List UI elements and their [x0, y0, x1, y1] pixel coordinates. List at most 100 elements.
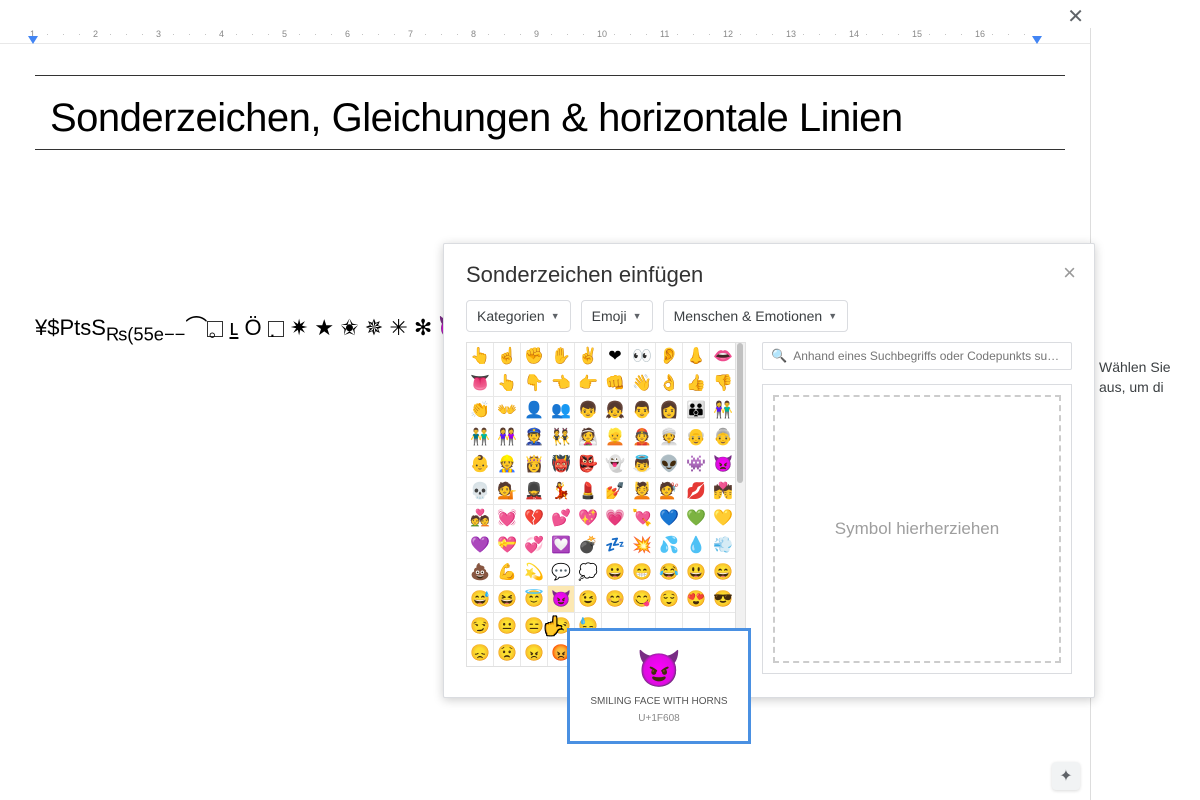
character-cell[interactable]: 😈 — [548, 586, 574, 612]
character-cell[interactable]: ✊ — [521, 343, 547, 369]
character-cell[interactable]: 💖 — [575, 505, 601, 531]
character-cell[interactable]: 💝 — [494, 532, 520, 558]
character-cell[interactable]: 👋 — [629, 370, 655, 396]
character-cell[interactable]: 😑 — [521, 613, 547, 639]
character-cell[interactable]: ☝ — [494, 343, 520, 369]
character-cell[interactable]: 💬 — [548, 559, 574, 585]
character-cell[interactable]: 💟 — [548, 532, 574, 558]
character-cell[interactable]: 😏 — [467, 613, 493, 639]
search-field[interactable] — [793, 349, 1063, 363]
character-cell[interactable]: 👲 — [629, 424, 655, 450]
character-cell[interactable]: 😆 — [494, 586, 520, 612]
character-cell[interactable]: 😟 — [494, 640, 520, 666]
character-cell[interactable]: 😄 — [710, 559, 736, 585]
character-cell[interactable]: 👥 — [548, 397, 574, 423]
document-title[interactable]: Sonderzeichen, Gleichungen & horizontale… — [50, 96, 1065, 141]
character-cell[interactable]: 👻 — [602, 451, 628, 477]
character-cell[interactable]: 👤 — [521, 397, 547, 423]
character-cell[interactable]: ✋ — [548, 343, 574, 369]
character-cell[interactable]: 😂 — [656, 559, 682, 585]
character-cell[interactable]: 👼 — [629, 451, 655, 477]
character-cell[interactable]: 👆 — [467, 343, 493, 369]
categories-dropdown[interactable]: Kategorien▼ — [466, 300, 571, 332]
character-cell[interactable]: 💀 — [467, 478, 493, 504]
ruler-indent-left-icon[interactable] — [28, 36, 38, 44]
character-cell[interactable]: 👪 — [683, 397, 709, 423]
character-cell[interactable]: 💘 — [629, 505, 655, 531]
character-cell[interactable]: 😍 — [683, 586, 709, 612]
character-cell[interactable]: 👽 — [656, 451, 682, 477]
character-cell[interactable]: 😌 — [656, 586, 682, 612]
character-cell[interactable]: 💏 — [710, 478, 736, 504]
character-cell[interactable]: ❤ — [602, 343, 628, 369]
character-cell[interactable]: 👈 — [548, 370, 574, 396]
character-cell[interactable]: 😁 — [629, 559, 655, 585]
character-cell[interactable]: 👳 — [656, 424, 682, 450]
character-cell[interactable]: 😊 — [602, 586, 628, 612]
character-cell[interactable]: 💨 — [710, 532, 736, 558]
character-cell[interactable]: 👷 — [494, 451, 520, 477]
character-cell[interactable]: 💑 — [467, 505, 493, 531]
explore-button[interactable]: ✦ — [1052, 762, 1080, 790]
character-cell[interactable]: 👴 — [683, 424, 709, 450]
character-cell[interactable]: 👏 — [467, 397, 493, 423]
character-cell[interactable]: 💤 — [602, 532, 628, 558]
character-cell[interactable]: 👉 — [575, 370, 601, 396]
character-cell[interactable]: 💇 — [656, 478, 682, 504]
character-cell[interactable]: 💦 — [656, 532, 682, 558]
character-cell[interactable]: 😋 — [629, 586, 655, 612]
character-cell[interactable]: 👮 — [521, 424, 547, 450]
character-cell[interactable]: 💜 — [467, 532, 493, 558]
character-cell[interactable]: 😐 — [494, 613, 520, 639]
character-cell[interactable]: 💞 — [521, 532, 547, 558]
panel-close-icon[interactable]: ✕ — [1067, 4, 1084, 29]
character-cell[interactable]: 👊 — [602, 370, 628, 396]
character-cell[interactable]: 💔 — [521, 505, 547, 531]
character-cell[interactable]: 😇 — [521, 586, 547, 612]
character-cell[interactable]: 👌 — [656, 370, 682, 396]
character-cell[interactable]: 👦 — [575, 397, 601, 423]
character-cell[interactable]: ✌ — [575, 343, 601, 369]
character-cell[interactable]: 👰 — [575, 424, 601, 450]
draw-symbol-area[interactable]: Symbol hierherziehen — [762, 384, 1072, 674]
character-cell[interactable]: 💂 — [521, 478, 547, 504]
character-cell[interactable]: 👇 — [521, 370, 547, 396]
character-cell[interactable]: 💚 — [683, 505, 709, 531]
character-cell[interactable]: 👩 — [656, 397, 682, 423]
character-cell[interactable]: 💓 — [494, 505, 520, 531]
character-cell[interactable]: 👸 — [521, 451, 547, 477]
grid-scrollbar[interactable] — [736, 342, 746, 667]
character-cell[interactable]: 💃 — [548, 478, 574, 504]
character-cell[interactable]: 😞 — [467, 640, 493, 666]
character-cell[interactable]: 😠 — [521, 640, 547, 666]
character-cell[interactable]: 👨 — [629, 397, 655, 423]
character-cell[interactable]: 👅 — [467, 370, 493, 396]
character-cell[interactable]: 💣 — [575, 532, 601, 558]
character-cell[interactable]: 💅 — [602, 478, 628, 504]
character-cell[interactable]: 👂 — [656, 343, 682, 369]
subcategory-dropdown[interactable]: Menschen & Emotionen▼ — [663, 300, 849, 332]
character-cell[interactable]: 👾 — [683, 451, 709, 477]
character-cell[interactable]: 👯 — [548, 424, 574, 450]
character-search-input[interactable]: 🔍 — [762, 342, 1072, 370]
character-cell[interactable]: 💩 — [467, 559, 493, 585]
character-cell[interactable]: 👫 — [710, 397, 736, 423]
ruler-indent-right-icon[interactable] — [1032, 36, 1042, 44]
character-cell[interactable]: 💆 — [629, 478, 655, 504]
character-cell[interactable]: 💄 — [575, 478, 601, 504]
dialog-close-icon[interactable]: × — [1063, 260, 1076, 286]
character-cell[interactable]: 👵 — [710, 424, 736, 450]
character-cell[interactable]: 💭 — [575, 559, 601, 585]
character-cell[interactable]: 💪 — [494, 559, 520, 585]
character-cell[interactable]: 😅 — [467, 586, 493, 612]
character-cell[interactable]: 👎 — [710, 370, 736, 396]
character-cell[interactable]: 👃 — [683, 343, 709, 369]
character-cell[interactable]: 💁 — [494, 478, 520, 504]
character-cell[interactable]: 😀 — [602, 559, 628, 585]
character-cell[interactable]: 👀 — [629, 343, 655, 369]
character-cell[interactable]: 👐 — [494, 397, 520, 423]
character-cell[interactable]: 👍 — [683, 370, 709, 396]
character-cell[interactable]: 😃 — [683, 559, 709, 585]
character-cell[interactable]: 👺 — [575, 451, 601, 477]
character-cell[interactable]: 💥 — [629, 532, 655, 558]
